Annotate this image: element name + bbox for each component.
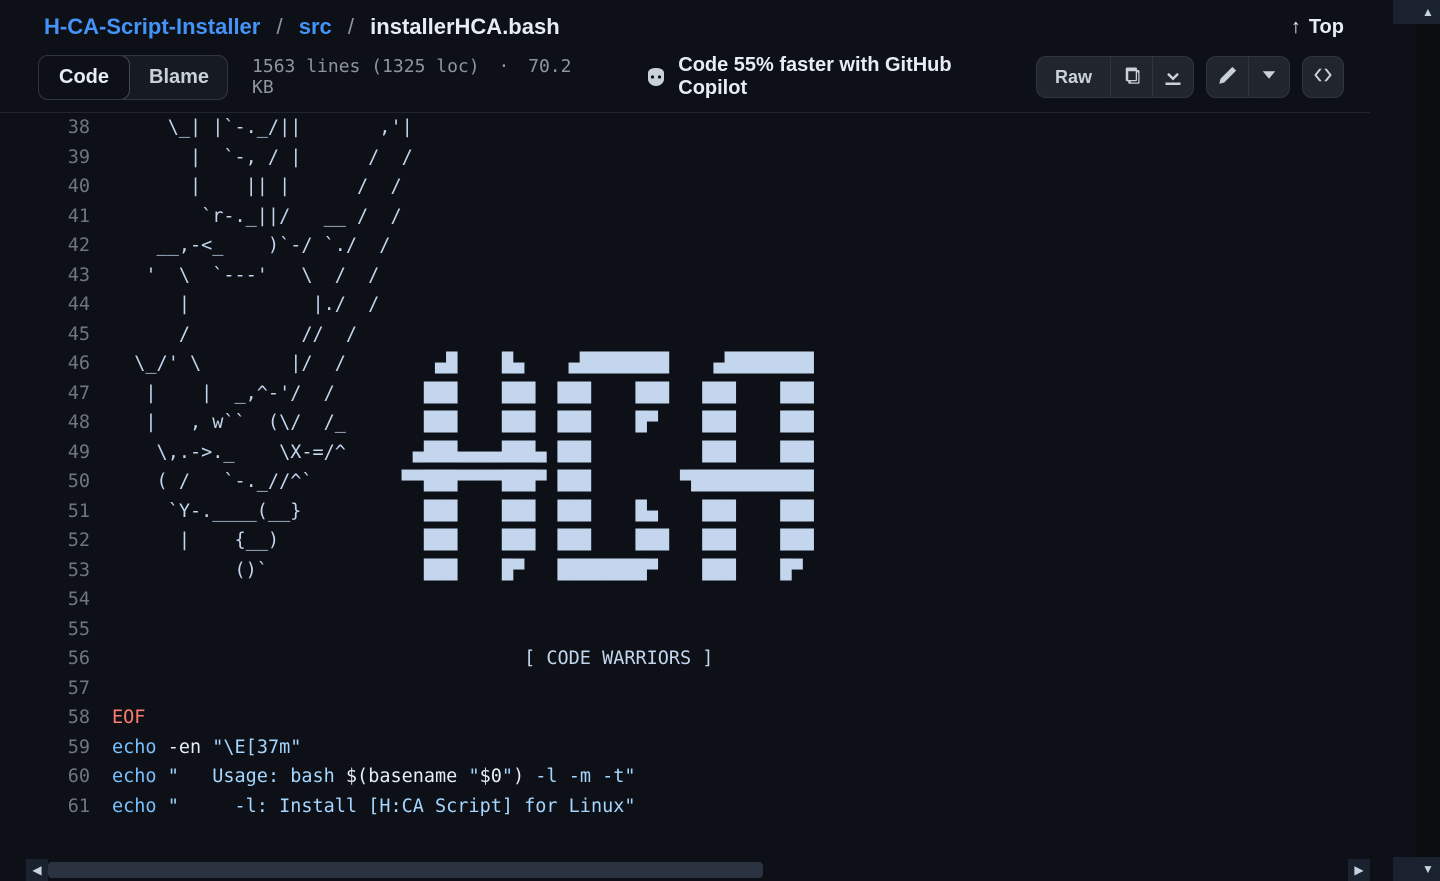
line-number-gutter: 3839404142434445464748495051525354555657…: [0, 113, 112, 854]
code-line[interactable]: [112, 585, 1370, 615]
code-line[interactable]: echo " -l: Install [H:CA Script] for Lin…: [112, 792, 1370, 822]
line-number[interactable]: 46: [0, 349, 90, 379]
line-number[interactable]: 44: [0, 290, 90, 320]
code-line[interactable]: \_/' \ |/ / ▄█ █▄ ▄████████ ▄████████: [112, 349, 1370, 379]
code-line[interactable]: | |./ /: [112, 290, 1370, 320]
code-line[interactable]: [112, 615, 1370, 645]
code-symbol-icon: [1313, 65, 1333, 90]
chevron-down-icon: [1259, 65, 1279, 90]
edit-more-button[interactable]: [1248, 56, 1290, 98]
line-number[interactable]: 42: [0, 231, 90, 261]
jump-to-top-label: Top: [1309, 16, 1344, 39]
page-vertical-scrollbar[interactable]: ▲ ▼: [1416, 0, 1440, 881]
file-toolbar: Code Blame 1563 lines (1325 loc) · 70.2 …: [0, 54, 1370, 113]
line-number[interactable]: 45: [0, 320, 90, 350]
code-line[interactable]: / // /: [112, 320, 1370, 350]
scroll-thumb[interactable]: [48, 862, 763, 878]
copy-icon: [1122, 65, 1142, 90]
raw-button[interactable]: Raw: [1036, 56, 1110, 98]
jump-to-top-button[interactable]: ↑ Top: [1291, 16, 1344, 39]
code-line[interactable]: `Y-.____(__} ███ ███ ███ █▄ ███ ███: [112, 497, 1370, 527]
line-number[interactable]: 54: [0, 585, 90, 615]
code-line[interactable]: | | _,^-'/ / ███ ███ ███ ███ ███ ███: [112, 379, 1370, 409]
copy-button[interactable]: [1110, 56, 1152, 98]
line-number[interactable]: 51: [0, 497, 90, 527]
code-line[interactable]: [112, 674, 1370, 704]
symbols-button[interactable]: [1302, 56, 1344, 98]
line-number[interactable]: 41: [0, 202, 90, 232]
line-number[interactable]: 47: [0, 379, 90, 409]
line-number[interactable]: 50: [0, 467, 90, 497]
horizontal-scrollbar[interactable]: ◀ ▶: [26, 859, 1370, 881]
code-line[interactable]: ()` ███ █▀ ████████▀ ███ █▀: [112, 556, 1370, 586]
code-view: 3839404142434445464748495051525354555657…: [0, 113, 1370, 854]
code-line[interactable]: ( / `-._//^` ▀▀███▀▀▀▀███▀ ███ ▀████████…: [112, 467, 1370, 497]
code-line[interactable]: echo -en "\E[37m": [112, 733, 1370, 763]
breadcrumb-folder-link[interactable]: src: [299, 14, 332, 39]
file-stats: 1563 lines (1325 loc) · 70.2 KB: [252, 56, 600, 98]
code-line[interactable]: \,.->._ \X-=/^ ▄███▄▄▄▄███▄ ███ ███ ███: [112, 438, 1370, 468]
code-line[interactable]: ' \ `---' \ / /: [112, 261, 1370, 291]
line-number[interactable]: 59: [0, 733, 90, 763]
edit-button[interactable]: [1206, 56, 1248, 98]
scroll-right-arrow-icon[interactable]: ▶: [1348, 859, 1370, 881]
line-number[interactable]: 39: [0, 143, 90, 173]
line-number[interactable]: 55: [0, 615, 90, 645]
code-line[interactable]: | || | / /: [112, 172, 1370, 202]
code-line[interactable]: EOF: [112, 703, 1370, 733]
download-button[interactable]: [1152, 56, 1194, 98]
breadcrumb: H-CA-Script-Installer / src / installerH…: [44, 14, 560, 40]
line-number[interactable]: 49: [0, 438, 90, 468]
scroll-down-arrow-icon[interactable]: ▼: [1393, 857, 1440, 881]
line-number[interactable]: 58: [0, 703, 90, 733]
edit-button-group: [1206, 56, 1290, 98]
code-line[interactable]: __,-<_ )`-/ `./ /: [112, 231, 1370, 261]
breadcrumb-file: installerHCA.bash: [370, 14, 560, 39]
arrow-up-icon: ↑: [1291, 16, 1301, 39]
download-icon: [1163, 65, 1183, 90]
code-line[interactable]: `r-._||/ __ / /: [112, 202, 1370, 232]
code-line[interactable]: | , w`` (\/ /_ ███ ███ ███ █▀ ███ ███: [112, 408, 1370, 438]
tab-blame[interactable]: Blame: [129, 56, 228, 99]
code-line[interactable]: \_| |`-._/|| ,'|: [112, 113, 1370, 143]
code-line[interactable]: echo " Usage: bash $(basename "$0") -l -…: [112, 762, 1370, 792]
raw-button-group: Raw: [1036, 56, 1194, 98]
scroll-track[interactable]: [48, 859, 1348, 881]
line-number[interactable]: 43: [0, 261, 90, 291]
code-line[interactable]: | {__) ███ ███ ███ ███ ███ ███: [112, 526, 1370, 556]
file-stats-separator: ·: [498, 56, 509, 77]
view-mode-segmented: Code Blame: [38, 55, 228, 100]
breadcrumb-repo-link[interactable]: H-CA-Script-Installer: [44, 14, 260, 39]
line-number[interactable]: 48: [0, 408, 90, 438]
file-stats-lines: 1563 lines (1325 loc): [252, 56, 480, 77]
scroll-up-arrow-icon[interactable]: ▲: [1393, 0, 1440, 24]
pencil-icon: [1218, 65, 1238, 90]
line-number[interactable]: 53: [0, 556, 90, 586]
copilot-promo[interactable]: Code 55% faster with GitHub Copilot: [644, 54, 1022, 100]
line-number[interactable]: 52: [0, 526, 90, 556]
line-number[interactable]: 38: [0, 113, 90, 143]
line-number[interactable]: 61: [0, 792, 90, 822]
tab-code[interactable]: Code: [38, 55, 130, 100]
line-number[interactable]: 60: [0, 762, 90, 792]
code-line[interactable]: [ CODE WARRIORS ]: [112, 644, 1370, 674]
breadcrumb-separator: /: [348, 14, 354, 39]
line-number[interactable]: 40: [0, 172, 90, 202]
code-content[interactable]: \_| |`-._/|| ,'| | `-, / | / / | || | / …: [112, 113, 1370, 854]
breadcrumb-separator: /: [276, 14, 282, 39]
line-number[interactable]: 56: [0, 644, 90, 674]
code-line[interactable]: | `-, / | / /: [112, 143, 1370, 173]
copilot-promo-text: Code 55% faster with GitHub Copilot: [678, 54, 1022, 100]
line-number[interactable]: 57: [0, 674, 90, 704]
scroll-left-arrow-icon[interactable]: ◀: [26, 859, 48, 881]
copilot-icon: [644, 67, 668, 87]
